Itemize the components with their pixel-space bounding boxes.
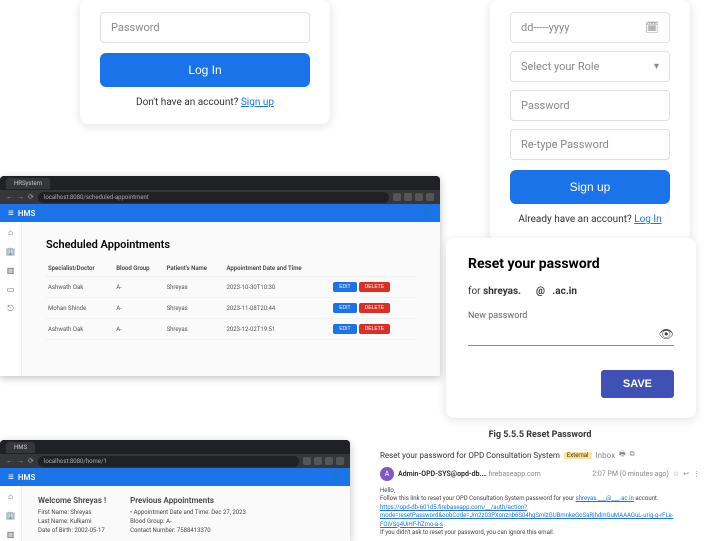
email-subject: Reset your password for OPD Consultation… [380,451,560,460]
calendar-icon[interactable]: ▥ [7,266,15,275]
building-icon[interactable]: 🏢 [6,511,16,520]
email-user-link[interactable]: shreyas.___@___.ac.in [576,495,634,502]
app-brand: HMS [18,473,36,482]
browser-window-home: HMS ← → ⟳ localhost:8080/home/1 ≡ HMS 👤 … [0,440,350,541]
email-from-row: A Admin-OPD-SYS@opd-db.… firebaseapp.com… [380,467,700,481]
prev-appts-column: Previous Appointments • Appointment Date… [130,496,246,531]
menu-icon[interactable]: ≡ [8,208,14,219]
app-brand: HMS [18,209,36,218]
browser-tab[interactable]: HMS [6,442,35,453]
logout-icon[interactable]: ⎋ [7,304,13,314]
table-row: Ashwath Oak A- Shreyas 2023-10-30T10:30 … [46,277,416,298]
delete-button[interactable]: DELETE [359,303,390,313]
page-title: Scheduled Appointments [46,238,416,251]
reset-link[interactable]: https://opd-db-601d5.firebaseapp.com/__/… [380,504,674,528]
inbox-label: Inbox [596,451,616,460]
card-icon[interactable]: ▭ [7,285,15,294]
signup-retype-password-field[interactable]: Re-type Password [510,129,670,160]
reset-title: Reset your password [468,256,674,272]
login-subtext: Don't have an account? Sign up [100,97,310,108]
table-row: Ashwath Oak A- Shreyas 2023-12-02T19:51 … [46,319,416,340]
url-bar: ← → ⟳ localhost:8080/home/1 [0,454,350,468]
url-field[interactable]: localhost:8080/scheduled-appointment [38,192,389,203]
table-row: Mohan Shinde A- Shreyas 2023-11-08T20:44… [46,298,416,319]
main-content: Scheduled Appointments Specialist/Doctor… [22,222,440,376]
figure-caption: Fig 5.5.5 Reset Password [380,430,700,440]
signup-card: dd-----yyyy 🗓 Select your Role ▾ Passwor… [490,0,690,241]
welcome-title: Welcome Shreyas ! [38,496,106,505]
print-icon[interactable]: 🖶 [619,450,626,461]
calendar-icon: 🗓 [645,21,659,34]
avatar: A [380,467,394,481]
menu-icon[interactable]: ≡ [8,472,14,483]
signup-button[interactable]: Sign up [510,170,670,204]
building-icon[interactable]: 🏢 [6,247,16,256]
reset-password-card: Reset your password for shreyas. @ .ac.i… [446,238,696,418]
back-icon[interactable]: ← [6,457,13,465]
url-icons [303,457,344,465]
dob-field[interactable]: dd-----yyyy 🗓 [510,12,670,43]
url-bar: ← → ⟳ localhost:8080/scheduled-appointme… [0,190,440,204]
welcome-column: Welcome Shreyas ! First Name: Shreyas La… [38,496,106,531]
edit-button[interactable]: EDIT [333,282,356,292]
edit-button[interactable]: EDIT [333,303,356,313]
url-icons [393,193,434,201]
signup-link[interactable]: Sign up [241,97,274,108]
forward-icon[interactable]: → [17,193,24,201]
reload-icon[interactable]: ⟳ [28,457,34,465]
user-icon[interactable]: 👤 [331,472,342,482]
sidebar: ⌂ 🏢 ▥ ▭ ⎋ [0,222,22,376]
calendar-icon[interactable]: ▥ [7,530,15,539]
email-subject-row: Reset your password for OPD Consultation… [380,450,700,461]
new-password-field[interactable]: 👁 [468,323,674,346]
sidebar: ⌂ 🏢 ▥ ▭ ⎋ [0,486,22,541]
reload-icon[interactable]: ⟳ [28,193,34,201]
login-button[interactable]: Log In [100,53,310,87]
delete-button[interactable]: DELETE [359,282,390,292]
browser-window-appointments: HRSystem ← → ⟳ localhost:8080/scheduled-… [0,176,440,376]
open-icon[interactable]: ⧉ [630,450,635,461]
signup-subtext: Already have an account? Log In [510,214,670,225]
home-icon[interactable]: ⌂ [8,492,13,501]
app-bar: ≡ HMS 👤 [0,468,350,486]
home-icon[interactable]: ⌂ [8,228,13,237]
eye-icon[interactable]: 👁 [659,327,674,341]
edit-button[interactable]: EDIT [333,324,356,334]
tab-bar: HMS [0,440,350,454]
password-field[interactable]: Password [100,12,310,43]
appointments-table: Specialist/Doctor Blood Group Patient's … [46,261,416,340]
star-icon[interactable]: ☆ [673,470,679,478]
password-placeholder: Password [111,21,160,34]
more-icon[interactable]: ⋮ [693,470,700,478]
reset-for-line: for shreyas. @ .ac.in [468,286,674,297]
email-body: Hello, Follow this link to reset your OP… [380,487,700,537]
tab-bar: HRSystem [0,176,440,190]
chevron-down-icon: ▾ [654,61,659,72]
forward-icon[interactable]: → [17,457,24,465]
save-button[interactable]: SAVE [601,370,674,398]
email-time: 2:07 PM (0 minutes ago) [592,470,669,478]
login-card: Password Log In Don't have an account? S… [80,0,330,124]
prev-title: Previous Appointments [130,496,246,505]
login-link[interactable]: Log In [634,214,661,225]
user-icon[interactable]: 👤 [421,208,432,218]
url-field[interactable]: localhost:8080/home/1 [38,456,299,467]
app-bar: ≡ HMS 👤 [0,204,440,222]
email-snippet: Fig 5.5.5 Reset Password Reset your pass… [380,430,700,537]
back-icon[interactable]: ← [6,193,13,201]
delete-button[interactable]: DELETE [359,324,390,334]
signup-password-field[interactable]: Password [510,90,670,121]
external-badge: External [564,452,592,459]
new-password-label: New password [468,311,674,321]
browser-tab[interactable]: HRSystem [6,178,50,189]
role-select[interactable]: Select your Role ▾ [510,51,670,82]
reply-icon[interactable]: ↩ [683,470,689,478]
